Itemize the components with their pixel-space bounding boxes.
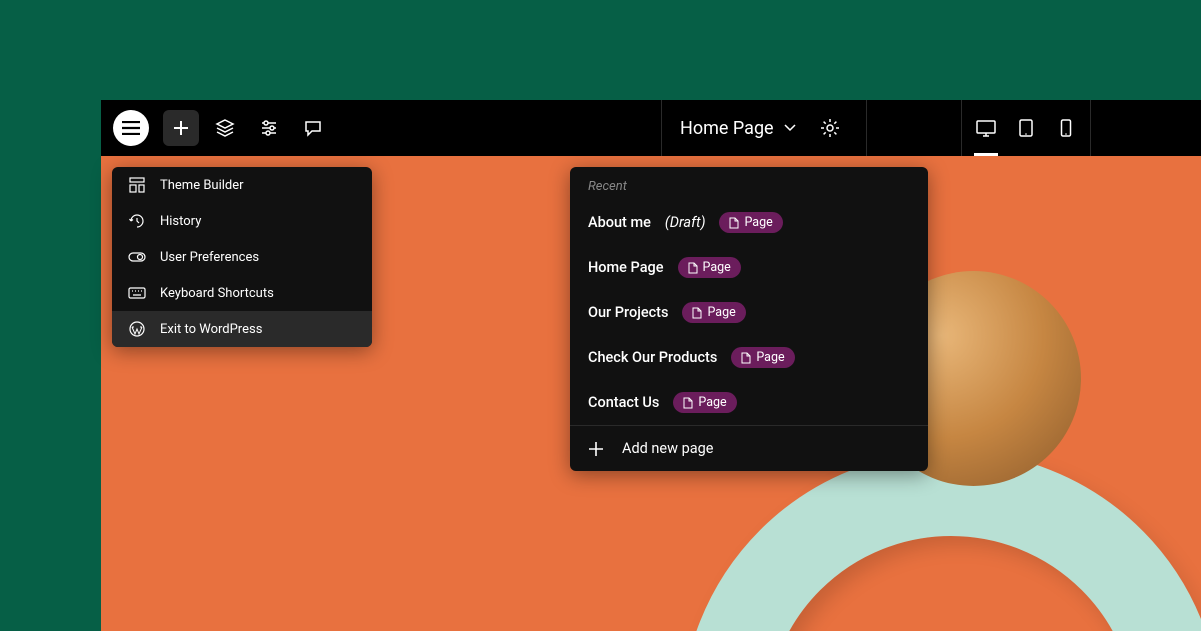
page-badge: Page (682, 302, 745, 323)
gear-icon (820, 118, 840, 138)
recent-status: (Draft) (665, 214, 706, 231)
sliders-icon (259, 118, 279, 138)
page-icon (683, 397, 693, 409)
page-icon (741, 352, 751, 364)
add-new-page-label: Add new page (622, 440, 713, 457)
menu-label: History (160, 214, 201, 229)
mobile-view-button[interactable] (1046, 100, 1086, 156)
structure-button[interactable] (207, 110, 243, 146)
recent-title: Home Page (588, 259, 664, 276)
layers-icon (215, 118, 235, 138)
recent-header: Recent (570, 167, 928, 200)
current-page-title: Home Page (680, 118, 774, 139)
settings-button[interactable] (251, 110, 287, 146)
tablet-view-button[interactable] (1006, 100, 1046, 156)
plus-icon (588, 441, 604, 457)
add-element-button[interactable] (163, 110, 199, 146)
comments-button[interactable] (295, 110, 331, 146)
toolbar-left (113, 110, 331, 146)
history-icon (128, 212, 146, 230)
plus-icon (172, 119, 190, 137)
page-badge: Page (731, 347, 794, 368)
keyboard-icon (128, 284, 146, 302)
page-selector[interactable]: Home Page (661, 100, 867, 156)
page-badge: Page (719, 212, 782, 233)
page-icon (688, 262, 698, 274)
toggle-icon (128, 248, 146, 266)
menu-item-history[interactable]: History (112, 203, 372, 239)
recent-item-check-products[interactable]: Check Our Products Page (570, 335, 928, 380)
main-menu-button[interactable] (113, 110, 149, 146)
toolbar-right (961, 100, 1201, 156)
menu-item-theme-builder[interactable]: Theme Builder (112, 167, 372, 203)
add-new-page-button[interactable]: Add new page (570, 425, 928, 471)
recent-pages-dropdown: Recent About me (Draft) Page Home Page P… (570, 167, 928, 471)
recent-item-about-me[interactable]: About me (Draft) Page (570, 200, 928, 245)
page-badge: Page (673, 392, 736, 413)
desktop-icon (975, 118, 997, 138)
recent-item-our-projects[interactable]: Our Projects Page (570, 290, 928, 335)
page-icon (729, 217, 739, 229)
menu-item-keyboard-shortcuts[interactable]: Keyboard Shortcuts (112, 275, 372, 311)
recent-item-contact-us[interactable]: Contact Us Page (570, 380, 928, 425)
recent-title: Check Our Products (588, 349, 717, 366)
recent-title: Contact Us (588, 394, 659, 411)
recent-title: About me (588, 214, 651, 231)
menu-label: Theme Builder (160, 178, 244, 193)
main-menu-dropdown: Theme Builder History User Preferences K… (112, 167, 372, 347)
responsive-group (962, 100, 1091, 156)
recent-title: Our Projects (588, 304, 668, 321)
wordpress-icon (128, 320, 146, 338)
chat-icon (303, 118, 323, 138)
chevron-down-icon (784, 124, 796, 132)
hamburger-icon (122, 121, 140, 135)
menu-item-user-preferences[interactable]: User Preferences (112, 239, 372, 275)
theme-builder-icon (128, 176, 146, 194)
top-toolbar: Home Page (101, 100, 1201, 156)
page-icon (692, 307, 702, 319)
tablet-icon (1018, 118, 1034, 138)
menu-label: Exit to WordPress (160, 322, 262, 337)
desktop-view-button[interactable] (966, 100, 1006, 156)
page-settings-button[interactable] (812, 110, 848, 146)
menu-label: Keyboard Shortcuts (160, 286, 274, 301)
menu-label: User Preferences (160, 250, 259, 265)
page-badge: Page (678, 257, 741, 278)
menu-item-exit-wordpress[interactable]: Exit to WordPress (112, 311, 372, 347)
mobile-icon (1059, 118, 1073, 138)
recent-item-home-page[interactable]: Home Page Page (570, 245, 928, 290)
